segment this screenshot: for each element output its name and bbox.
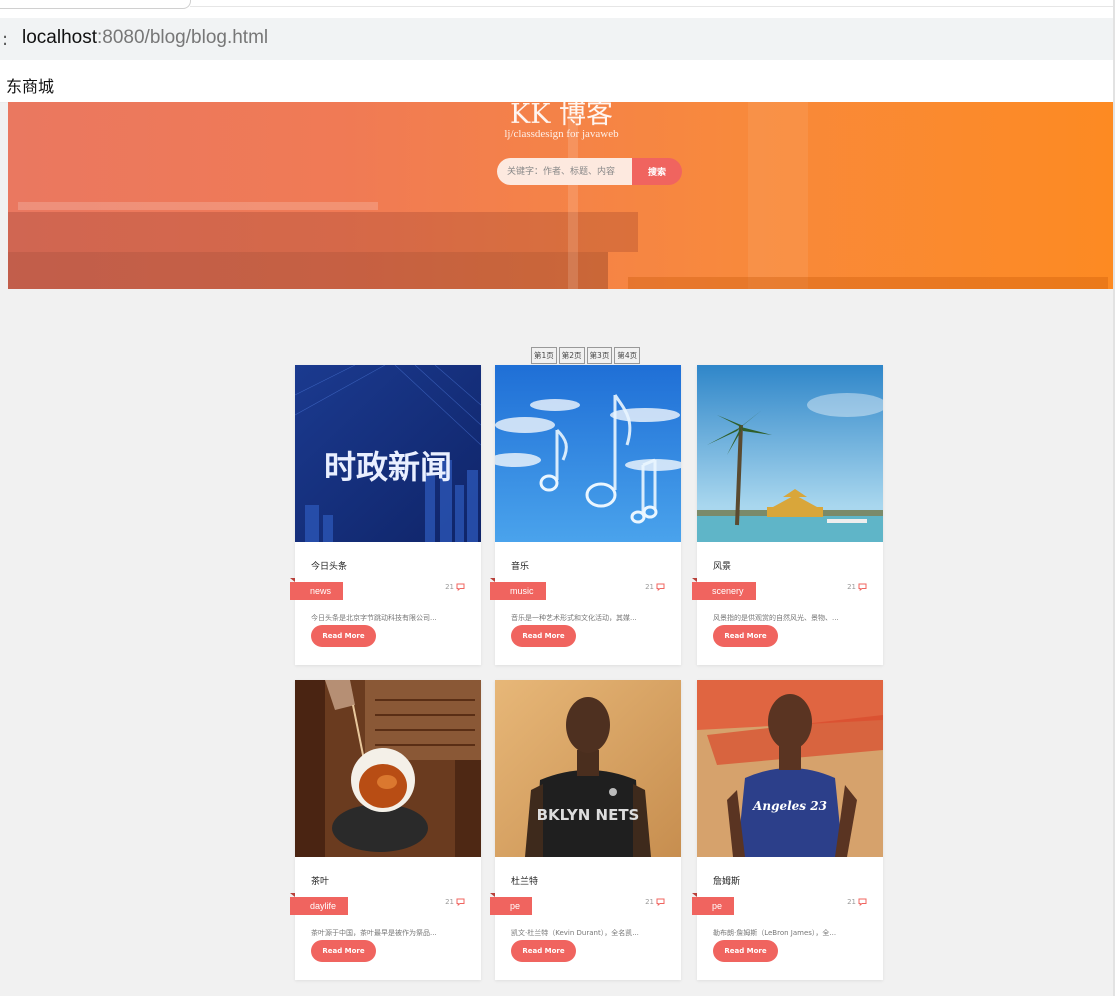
post-excerpt: 今日头条是北京字节跳动科技有限公司... bbox=[311, 614, 437, 622]
post-title[interactable]: 杜兰特 bbox=[511, 874, 538, 887]
post-tag[interactable]: music bbox=[490, 578, 546, 600]
post-excerpt: 风景指的是供观赏的自然风光、景物、... bbox=[713, 614, 839, 622]
post-image-music[interactable] bbox=[495, 365, 681, 542]
post-excerpt: 茶叶源于中国，茶叶最早是被作为祭品... bbox=[311, 929, 437, 937]
bookmarks-bar: 东商城 bbox=[0, 60, 1115, 103]
post-image-tea[interactable] bbox=[295, 680, 481, 857]
post-image-scenery[interactable] bbox=[697, 365, 883, 542]
post-tag[interactable]: pe bbox=[692, 893, 735, 915]
read-more-button[interactable]: Read More bbox=[713, 940, 778, 962]
post-tag[interactable]: scenery bbox=[692, 578, 756, 600]
post-image-news[interactable]: 时政新闻 bbox=[295, 365, 481, 542]
read-more-button[interactable]: Read More bbox=[311, 625, 376, 647]
comment-count-value: 21 bbox=[847, 898, 856, 906]
address-bar-edge: : bbox=[2, 29, 9, 50]
page-link-1[interactable]: 第1页 bbox=[531, 347, 557, 364]
active-tab[interactable] bbox=[0, 0, 191, 9]
tab-divider bbox=[190, 6, 1115, 7]
read-more-button[interactable]: Read More bbox=[311, 940, 376, 962]
post-card: BKLYN NETS 杜兰特 pe 21 凯文·杜兰特（Kevin Durant… bbox=[490, 680, 681, 980]
post-card: 时政新闻 今日头条 news 21 今日头条是北京字节跳动科技有限公司... R… bbox=[290, 365, 481, 665]
site-title: KK 博客 bbox=[510, 102, 613, 130]
search-button[interactable]: 搜索 bbox=[632, 158, 682, 185]
comment-count: 21 bbox=[445, 898, 465, 907]
comment-count-value: 21 bbox=[445, 898, 454, 906]
read-more-button[interactable]: Read More bbox=[713, 625, 778, 647]
comment-count: 21 bbox=[645, 898, 665, 907]
jersey-text: Angeles 23 bbox=[752, 799, 827, 813]
hero-bg-decor bbox=[628, 277, 1108, 289]
post-tag[interactable]: news bbox=[290, 578, 344, 600]
post-image-james[interactable]: Angeles 23 bbox=[697, 680, 883, 857]
post-card: 音乐 music 21 音乐是一种艺术形式和文化活动，其媒... Read Mo… bbox=[490, 365, 681, 665]
post-card: 茶叶 daylife 21 茶叶源于中国，茶叶最早是被作为祭品... Read … bbox=[290, 680, 481, 980]
post-tag[interactable]: daylife bbox=[290, 893, 349, 915]
comment-icon bbox=[456, 898, 465, 907]
address-bar[interactable]: : localhost:8080/blog/blog.html bbox=[0, 18, 1115, 60]
post-excerpt: 凯文·杜兰特（Kevin Durant），全名凯... bbox=[511, 929, 639, 937]
post-title[interactable]: 茶叶 bbox=[311, 874, 329, 887]
read-more-button[interactable]: Read More bbox=[511, 625, 576, 647]
comment-icon bbox=[656, 898, 665, 907]
post-title[interactable]: 詹姆斯 bbox=[713, 874, 740, 887]
comment-icon bbox=[656, 583, 665, 592]
page-link-3[interactable]: 第3页 bbox=[586, 347, 613, 364]
post-excerpt: 勒布朗·詹姆斯（LeBron James），全... bbox=[713, 929, 837, 937]
post-title[interactable]: 音乐 bbox=[511, 559, 529, 572]
comment-count-value: 21 bbox=[645, 583, 654, 591]
url-text[interactable]: localhost:8080/blog/blog.html bbox=[22, 27, 268, 49]
site-subtitle: lj/classdesign for javaweb bbox=[504, 128, 619, 140]
post-title[interactable]: 今日头条 bbox=[311, 559, 347, 572]
hero-bg-decor bbox=[8, 212, 638, 252]
post-card: Angeles 23 詹姆斯 pe 21 勒布朗·詹姆斯（LeBron Jame… bbox=[692, 680, 883, 980]
comment-count: 21 bbox=[847, 583, 867, 592]
bookmark-item[interactable]: 东商城 bbox=[6, 73, 54, 97]
url-host: localhost bbox=[22, 27, 97, 48]
post-title[interactable]: 风景 bbox=[713, 559, 731, 572]
comment-count: 21 bbox=[645, 583, 665, 592]
hero-bg-decor bbox=[8, 252, 608, 289]
url-path: :8080/blog/blog.html bbox=[97, 27, 269, 48]
browser-tab-strip bbox=[0, 0, 1115, 18]
search-input[interactable] bbox=[497, 158, 633, 185]
page-link-2[interactable]: 第2页 bbox=[558, 347, 585, 364]
comment-icon bbox=[456, 583, 465, 592]
post-excerpt: 音乐是一种艺术形式和文化活动，其媒... bbox=[511, 614, 637, 622]
pagination: 第1页 第2页 第3页 第4页 bbox=[531, 347, 641, 364]
hero-banner: KK 博客 lj/classdesign for javaweb 搜索 bbox=[8, 102, 1115, 289]
post-tag[interactable]: pe bbox=[490, 893, 533, 915]
comment-count-value: 21 bbox=[445, 583, 454, 591]
comment-count-value: 21 bbox=[645, 898, 654, 906]
read-more-button[interactable]: Read More bbox=[511, 940, 576, 962]
comment-count: 21 bbox=[847, 898, 867, 907]
post-image-text: 时政新闻 bbox=[324, 448, 452, 486]
post-image-durant[interactable]: BKLYN NETS bbox=[495, 680, 681, 857]
jersey-text: BKLYN NETS bbox=[537, 806, 640, 824]
post-card: 风景 scenery 21 风景指的是供观赏的自然风光、景物、... Read … bbox=[692, 365, 883, 665]
comment-count: 21 bbox=[445, 583, 465, 592]
comment-icon bbox=[858, 583, 867, 592]
comment-icon bbox=[858, 898, 867, 907]
page-link-4[interactable]: 第4页 bbox=[614, 347, 641, 364]
comment-count-value: 21 bbox=[847, 583, 856, 591]
